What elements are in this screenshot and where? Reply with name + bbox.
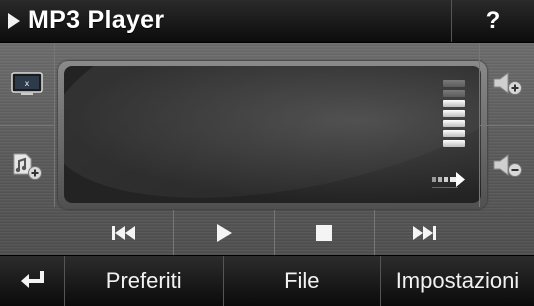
volume-level-indicator bbox=[443, 80, 465, 150]
title-bar: MP3 Player ? bbox=[0, 0, 534, 43]
display-frame bbox=[58, 61, 487, 209]
previous-track-icon bbox=[111, 225, 135, 240]
back-button[interactable] bbox=[0, 256, 65, 306]
favorites-button[interactable]: Preferiti bbox=[65, 256, 224, 306]
right-button-column bbox=[479, 43, 534, 207]
transport-controls bbox=[74, 210, 474, 255]
previous-track-button[interactable] bbox=[74, 210, 175, 255]
bottom-navigation-bar: Preferiti File Impostazioni bbox=[0, 255, 534, 306]
svg-text:x: x bbox=[25, 79, 30, 88]
page-title: MP3 Player bbox=[28, 6, 165, 34]
settings-button[interactable]: Impostazioni bbox=[381, 256, 534, 306]
volume-up-icon bbox=[493, 72, 522, 95]
back-return-icon bbox=[20, 271, 44, 288]
screen-off-icon: x bbox=[11, 72, 43, 95]
volume-bar bbox=[443, 140, 465, 147]
play-button[interactable] bbox=[174, 210, 275, 255]
title-play-icon bbox=[8, 13, 20, 29]
file-button[interactable]: File bbox=[224, 256, 381, 306]
left-button-column: x bbox=[0, 43, 55, 207]
stop-button[interactable] bbox=[275, 210, 375, 255]
volume-bar bbox=[443, 130, 465, 137]
volume-down-button[interactable] bbox=[480, 125, 534, 207]
help-button[interactable]: ? bbox=[451, 0, 534, 42]
volume-bar bbox=[443, 90, 465, 97]
player-panel: x bbox=[0, 43, 534, 255]
display-screen bbox=[64, 66, 481, 203]
output-arrow-icon bbox=[432, 172, 465, 188]
next-track-button[interactable] bbox=[375, 210, 474, 255]
stop-icon bbox=[316, 224, 333, 241]
volume-bar bbox=[443, 120, 465, 127]
play-icon bbox=[216, 223, 232, 242]
add-to-playlist-button[interactable] bbox=[0, 125, 54, 207]
screen-sheen bbox=[64, 66, 481, 203]
volume-bar bbox=[443, 110, 465, 117]
next-track-icon bbox=[413, 225, 437, 240]
volume-up-button[interactable] bbox=[480, 43, 534, 126]
volume-bar bbox=[443, 80, 465, 87]
add-to-playlist-icon bbox=[13, 153, 42, 180]
volume-down-icon bbox=[493, 154, 522, 177]
screen-off-button[interactable]: x bbox=[0, 43, 54, 126]
volume-bar bbox=[443, 100, 465, 107]
